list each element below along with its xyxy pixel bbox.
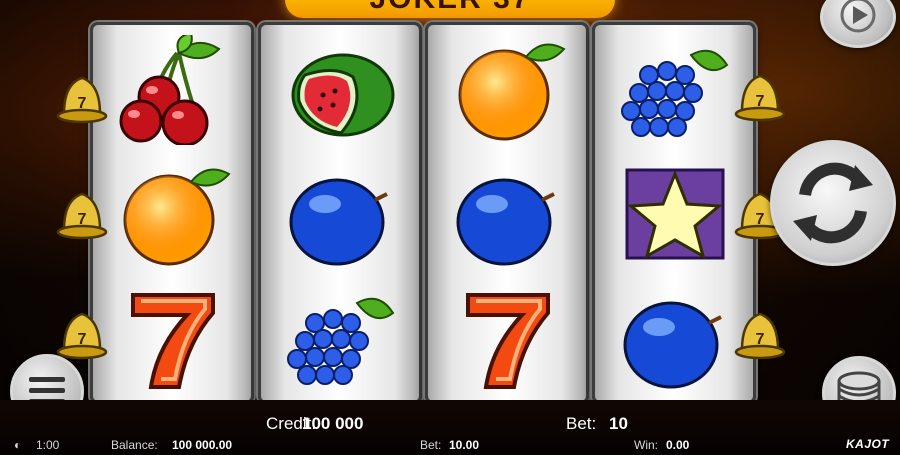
reel-1 <box>90 22 254 404</box>
bet-value: 10 <box>609 414 628 433</box>
spin-button[interactable] <box>770 140 896 266</box>
plum-symbol <box>609 283 739 393</box>
svg-text:7: 7 <box>78 95 87 112</box>
status-bet-value: 10.00 <box>449 438 480 452</box>
reel-3 <box>425 22 589 404</box>
svg-text:7: 7 <box>78 331 87 348</box>
status-bet-label: Bet: <box>420 438 442 452</box>
play-icon <box>840 0 876 33</box>
win-label: Win: <box>634 438 658 452</box>
bell-icon: 7 <box>50 186 114 240</box>
plum-symbol <box>442 160 572 270</box>
plum-symbol <box>275 160 405 270</box>
bell-icon: 7 <box>728 306 792 360</box>
star-symbol <box>609 160 739 270</box>
seven-symbol <box>442 283 572 393</box>
reel-2 <box>258 22 422 404</box>
bell-icon: 7 <box>728 68 792 122</box>
grapes-symbol <box>609 35 739 145</box>
svg-text:7: 7 <box>78 211 87 228</box>
session-time: 1:00 <box>36 438 60 452</box>
svg-text:7: 7 <box>756 211 765 228</box>
svg-text:7: 7 <box>756 93 765 110</box>
bell-icon: 7 <box>50 70 114 124</box>
cherries-symbol <box>107 35 237 145</box>
balance-label: Balance: <box>111 438 158 452</box>
bell-icon: 7 <box>50 306 114 360</box>
autoplay-button[interactable] <box>820 0 896 48</box>
game-title-banner: JOKER 37 <box>285 0 615 18</box>
bet-label: Bet: <box>566 414 597 433</box>
grapes-symbol <box>275 283 405 393</box>
kajot-logo: KAJOT <box>846 437 890 451</box>
watermelon-symbol <box>275 35 405 145</box>
spin-arrows-icon <box>793 162 873 244</box>
credit-value: 100 000 <box>302 414 364 433</box>
game-title: JOKER 37 <box>285 0 615 16</box>
svg-text:7: 7 <box>756 331 765 348</box>
orange-symbol <box>107 160 237 270</box>
seven-symbol <box>107 283 237 393</box>
balance-value: 100 000.00 <box>172 438 233 452</box>
orange-symbol <box>442 35 572 145</box>
clock-icon: ◐ <box>14 438 22 452</box>
win-value: 0.00 <box>666 438 690 452</box>
